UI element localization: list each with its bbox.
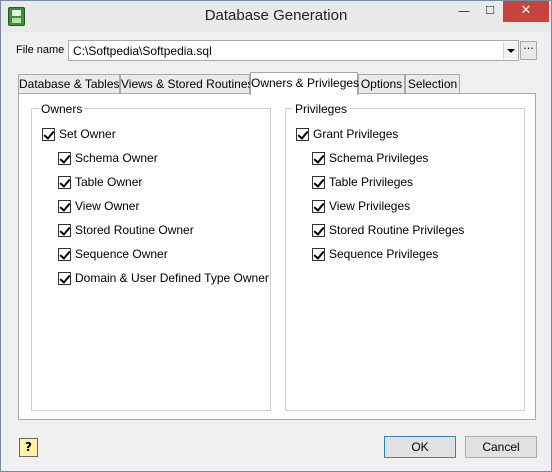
checkbox-label: View Owner	[75, 199, 140, 213]
checkbox-label: Sequence Owner	[75, 247, 168, 261]
checkbox-checked-icon[interactable]	[312, 175, 325, 189]
checkbox-label: Schema Owner	[75, 151, 158, 165]
table-privileges-checkbox[interactable]: Table Privileges	[312, 174, 413, 190]
sequence-owner-checkbox[interactable]: Sequence Owner	[58, 246, 168, 262]
checkbox-checked-icon[interactable]	[58, 247, 71, 261]
grant-privileges-checkbox[interactable]: Grant Privileges	[296, 126, 398, 142]
maximize-button[interactable]: ☐	[477, 1, 503, 22]
file-name-value[interactable]: C:\Softpedia\Softpedia.sql	[73, 44, 212, 58]
minimize-button[interactable]: —	[451, 1, 477, 22]
checkbox-checked-icon[interactable]	[58, 199, 71, 213]
tab-views-stored-routines[interactable]: Views & Stored Routines	[120, 74, 254, 94]
checkbox-checked-icon[interactable]	[312, 199, 325, 213]
browse-button[interactable]: ···	[520, 41, 537, 60]
checkbox-checked-icon[interactable]	[58, 151, 71, 165]
set-owner-checkbox[interactable]: Set Owner	[42, 126, 116, 142]
file-name-label: File name	[16, 44, 65, 56]
domain-udt-owner-checkbox[interactable]: Domain & User Defined Type Owner	[58, 270, 269, 286]
view-privileges-checkbox[interactable]: View Privileges	[312, 198, 410, 214]
checkbox-label: Table Privileges	[329, 175, 414, 189]
table-owner-checkbox[interactable]: Table Owner	[58, 174, 142, 190]
database-generation-window: Database Generation — ☐ ✕ File name C:\S…	[0, 0, 552, 472]
set-owner-label: Set Owner	[59, 127, 116, 141]
ok-button[interactable]: OK	[384, 436, 456, 458]
file-name-combobox[interactable]: C:\Softpedia\Softpedia.sql	[68, 40, 519, 61]
chevron-down-icon[interactable]	[503, 42, 517, 59]
view-owner-checkbox[interactable]: View Owner	[58, 198, 139, 214]
checkbox-checked-icon[interactable]	[312, 247, 325, 261]
schema-owner-checkbox[interactable]: Schema Owner	[58, 150, 158, 166]
checkbox-checked-icon[interactable]	[58, 271, 71, 285]
owners-groupbox: Owners Set Owner Schema Owner Table Owne…	[31, 102, 271, 411]
cancel-button[interactable]: Cancel	[465, 436, 537, 458]
checkbox-checked-icon[interactable]	[58, 223, 71, 237]
tab-owners-privileges[interactable]: Owners & Privileges	[250, 72, 359, 95]
tab-options[interactable]: Options	[358, 74, 405, 94]
checkbox-label: Schema Privileges	[329, 151, 429, 165]
checkbox-label: Stored Routine Owner	[75, 223, 194, 237]
grant-privileges-label: Grant Privileges	[313, 127, 399, 141]
checkbox-label: Sequence Privileges	[329, 247, 439, 261]
checkbox-checked-icon[interactable]	[58, 175, 71, 189]
stored-routine-privileges-checkbox[interactable]: Stored Routine Privileges	[312, 222, 464, 238]
checkbox-checked-icon[interactable]	[42, 127, 55, 141]
help-button[interactable]: ?	[19, 438, 38, 457]
checkbox-checked-icon[interactable]	[312, 223, 325, 237]
title-bar[interactable]: Database Generation — ☐ ✕	[1, 1, 551, 32]
sequence-privileges-checkbox[interactable]: Sequence Privileges	[312, 246, 438, 262]
close-button[interactable]: ✕	[503, 1, 549, 22]
checkbox-checked-icon[interactable]	[296, 127, 309, 141]
checkbox-label: Stored Routine Privileges	[329, 223, 465, 237]
owners-legend: Owners	[39, 102, 85, 116]
tab-database-tables[interactable]: Database & Tables	[18, 74, 120, 94]
checkbox-label: View Privileges	[329, 199, 411, 213]
tab-selection[interactable]: Selection	[405, 74, 460, 94]
privileges-groupbox: Privileges Grant Privileges Schema Privi…	[285, 102, 525, 411]
checkbox-label: Domain & User Defined Type Owner	[75, 271, 269, 285]
checkbox-checked-icon[interactable]	[312, 151, 325, 165]
checkbox-label: Table Owner	[75, 175, 143, 189]
schema-privileges-checkbox[interactable]: Schema Privileges	[312, 150, 428, 166]
owners-privileges-panel: Owners Set Owner Schema Owner Table Owne…	[18, 93, 536, 420]
stored-routine-owner-checkbox[interactable]: Stored Routine Owner	[58, 222, 194, 238]
privileges-legend: Privileges	[293, 102, 350, 116]
